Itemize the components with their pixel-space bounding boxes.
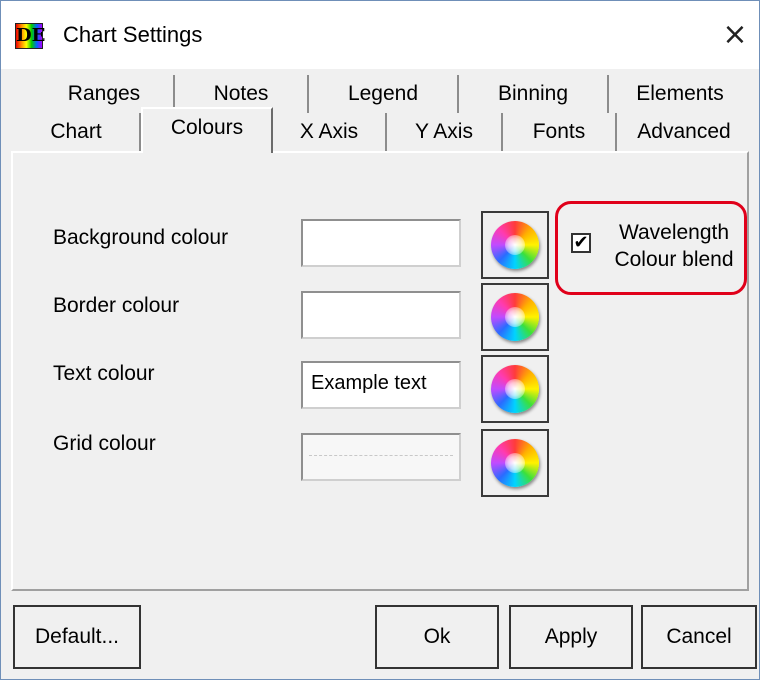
text-colour-swatch: Example text: [301, 361, 461, 409]
colour-wheel-icon: [491, 365, 539, 413]
text-colour-picker-button[interactable]: [481, 355, 549, 423]
grid-line-sample: [309, 455, 453, 456]
colour-wheel-icon: [491, 221, 539, 269]
border-colour-label: Border colour: [53, 294, 180, 317]
background-colour-picker-button[interactable]: [481, 211, 549, 279]
tab-colours[interactable]: Colours: [141, 107, 273, 153]
grid-colour-picker-button[interactable]: [481, 429, 549, 497]
grid-colour-swatch: [301, 433, 461, 481]
app-icon-text: DE: [16, 25, 46, 46]
apply-button[interactable]: Apply: [509, 605, 633, 669]
title-bar: DE Chart Settings ×: [1, 1, 759, 69]
wavelength-colour-blend-label[interactable]: Wavelength Colour blend: [609, 219, 739, 273]
colour-wheel-icon: [491, 293, 539, 341]
tab-legend[interactable]: Legend: [309, 75, 459, 113]
ok-button[interactable]: Ok: [375, 605, 499, 669]
border-colour-swatch: [301, 291, 461, 339]
border-colour-picker-button[interactable]: [481, 283, 549, 351]
default-button[interactable]: Default...: [13, 605, 141, 669]
wavelength-label-line2: Colour blend: [614, 248, 734, 271]
chart-settings-dialog: DE Chart Settings × Ranges Notes Legend …: [0, 0, 760, 680]
colour-wheel-icon: [491, 439, 539, 487]
grid-colour-label: Grid colour: [53, 432, 156, 455]
tab-x-axis[interactable]: X Axis: [273, 113, 387, 151]
window-title: Chart Settings: [63, 22, 203, 47]
cancel-button[interactable]: Cancel: [641, 605, 757, 669]
tab-elements[interactable]: Elements: [609, 75, 751, 113]
text-colour-label: Text colour: [53, 362, 155, 385]
background-colour-swatch: [301, 219, 461, 267]
wavelength-label-line1: Wavelength: [618, 221, 730, 244]
tab-fonts[interactable]: Fonts: [503, 113, 617, 151]
tab-binning[interactable]: Binning: [459, 75, 609, 113]
tab-y-axis[interactable]: Y Axis: [387, 113, 503, 151]
app-icon: DE: [15, 23, 46, 49]
close-icon[interactable]: ×: [717, 15, 753, 55]
background-colour-label: Background colour: [53, 226, 229, 249]
wavelength-colour-blend-checkbox[interactable]: ✔: [571, 233, 591, 253]
tab-advanced[interactable]: Advanced: [617, 113, 751, 151]
tab-chart[interactable]: Chart: [13, 113, 141, 151]
